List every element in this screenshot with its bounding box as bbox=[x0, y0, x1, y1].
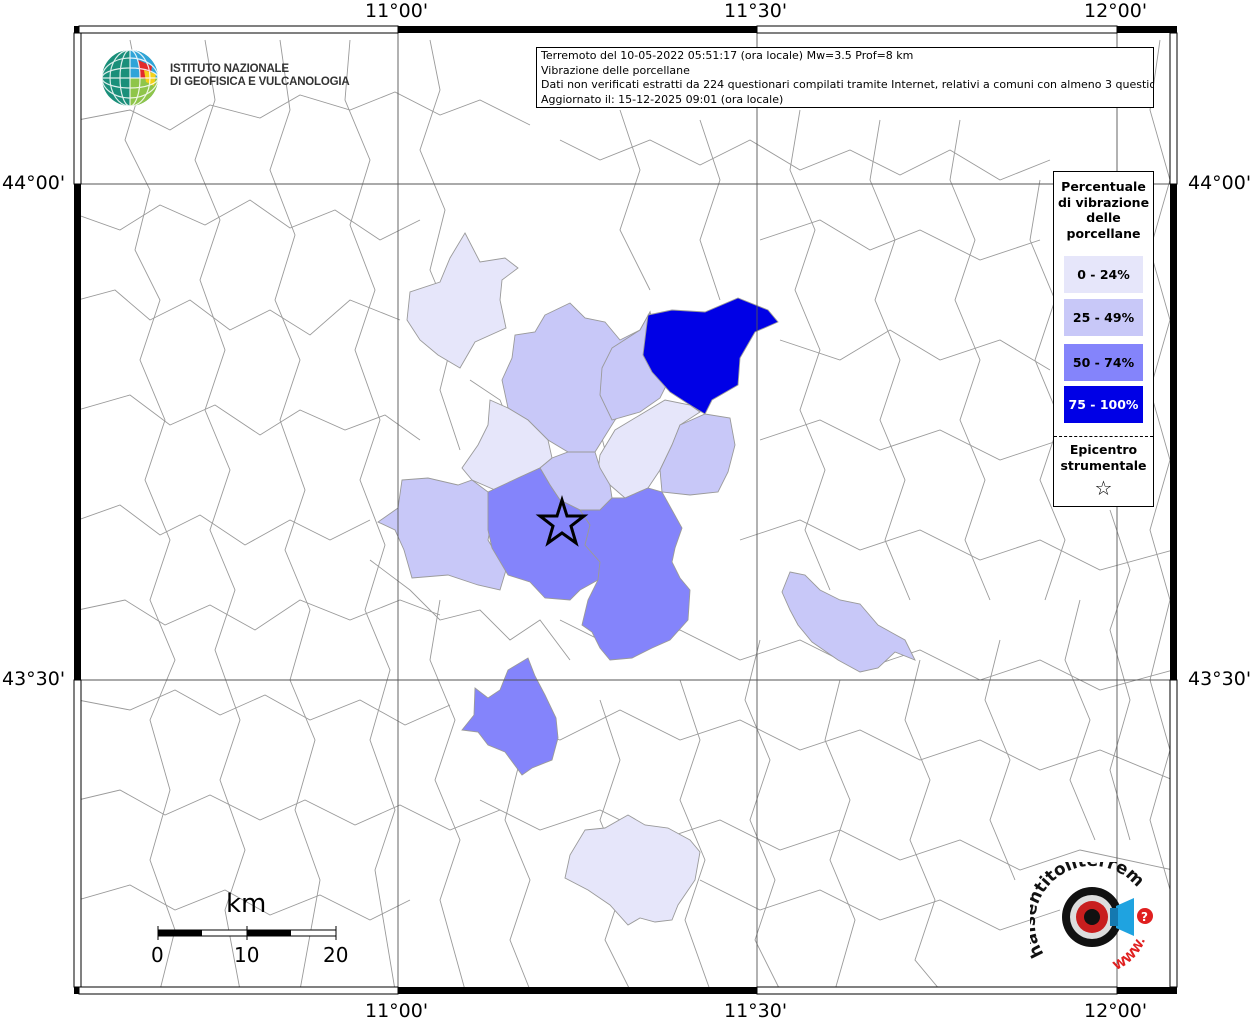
legend-item-50-74: 50 - 74% bbox=[1064, 344, 1143, 381]
legend-title-line1: Percentuale bbox=[1061, 179, 1146, 194]
scale-label-10: 10 bbox=[234, 943, 260, 967]
event-info-line2: Vibrazione delle porcellane bbox=[541, 63, 690, 77]
legend-epicentre-line1: Epicentro bbox=[1069, 442, 1138, 457]
scale-label-20: 20 bbox=[323, 943, 349, 967]
lat-label-left-2: 43°30' bbox=[2, 668, 66, 690]
municipality-0-24 bbox=[564, 814, 701, 926]
target-icon bbox=[1062, 887, 1134, 947]
lon-label-top-3: 12°00' bbox=[1084, 0, 1148, 22]
legend-title: Percentuale di vibrazione delle porcella… bbox=[1054, 179, 1153, 241]
municipality-75-100 bbox=[642, 297, 779, 415]
legend-epicentre-line2: strumentale bbox=[1060, 458, 1147, 473]
map-view: 11°00' 11°30' 12°00' 11°00' 11°30' 12°00… bbox=[0, 0, 1255, 1024]
ingv-name-line2: DI GEOFISICA E VULCANOLOGIA bbox=[170, 76, 350, 88]
lat-label-left-1: 44°00' bbox=[2, 172, 66, 194]
municipality-50-74 bbox=[461, 657, 559, 776]
hai-sentito-logo: haisentitoilterremoto.it WWW. ? bbox=[1020, 847, 1165, 986]
event-info-line4: Aggiornato il: 15-12-2025 09:01 (ora loc… bbox=[541, 92, 784, 106]
legend-title-line2: di vibrazione bbox=[1057, 194, 1150, 210]
legend-item-75-100: 75 - 100% bbox=[1064, 386, 1143, 423]
legend-star-icon: ☆ bbox=[1094, 476, 1113, 500]
ingv-name: ISTITUTO NAZIONALE DI GEOFISICA E VULCAN… bbox=[170, 63, 350, 89]
legend: Percentuale di vibrazione delle porcella… bbox=[1053, 171, 1154, 507]
ingv-name-line1: ISTITUTO NAZIONALE bbox=[170, 63, 289, 75]
legend-item-0-24: 0 - 24% bbox=[1064, 256, 1143, 293]
event-info-box: Terremoto del 10-05-2022 05:51:17 (ora l… bbox=[536, 47, 1154, 108]
legend-item-25-49: 25 - 49% bbox=[1064, 299, 1143, 336]
scale-title: km bbox=[226, 889, 267, 919]
municipality-0-24 bbox=[406, 232, 519, 369]
legend-title-line4: porcellane bbox=[1066, 225, 1141, 241]
scale-label-0: 0 bbox=[151, 943, 164, 967]
lon-label-top-1: 11°00' bbox=[365, 0, 429, 22]
municipality-25-49 bbox=[781, 571, 916, 673]
event-info-line1: Terremoto del 10-05-2022 05:51:17 (ora l… bbox=[541, 49, 914, 62]
legend-title-line3: delle bbox=[1086, 210, 1121, 225]
lon-label-bottom-2: 11°30' bbox=[724, 1000, 788, 1022]
lat-label-right-2: 43°30' bbox=[1188, 668, 1252, 690]
event-info-line3: Dati non verificati estratti da 224 ques… bbox=[541, 78, 1154, 92]
legend-item-label: 25 - 49% bbox=[1072, 310, 1135, 325]
svg-text:?: ? bbox=[1141, 910, 1148, 924]
legend-item-label: 50 - 74% bbox=[1072, 355, 1135, 370]
legend-divider bbox=[1054, 436, 1153, 437]
watermark-url: WWW. bbox=[1111, 935, 1148, 973]
lat-label-right-1: 44°00' bbox=[1188, 172, 1252, 194]
lon-label-top-2: 11°30' bbox=[724, 0, 788, 22]
municipality-25-49 bbox=[377, 477, 507, 591]
legend-epicentre-label: Epicentro strumentale bbox=[1054, 442, 1153, 474]
ingv-logo bbox=[100, 48, 162, 114]
hai-sentito-badge: haisentitoilterremoto.it WWW. ? bbox=[1020, 847, 1153, 973]
lon-label-bottom-1: 11°00' bbox=[365, 1000, 429, 1022]
legend-item-label: 75 - 100% bbox=[1068, 397, 1139, 412]
shaded-municipalities bbox=[377, 232, 916, 926]
lon-label-bottom-3: 12°00' bbox=[1084, 1000, 1148, 1022]
legend-item-label: 0 - 24% bbox=[1077, 267, 1130, 282]
globe-icon bbox=[101, 49, 159, 107]
